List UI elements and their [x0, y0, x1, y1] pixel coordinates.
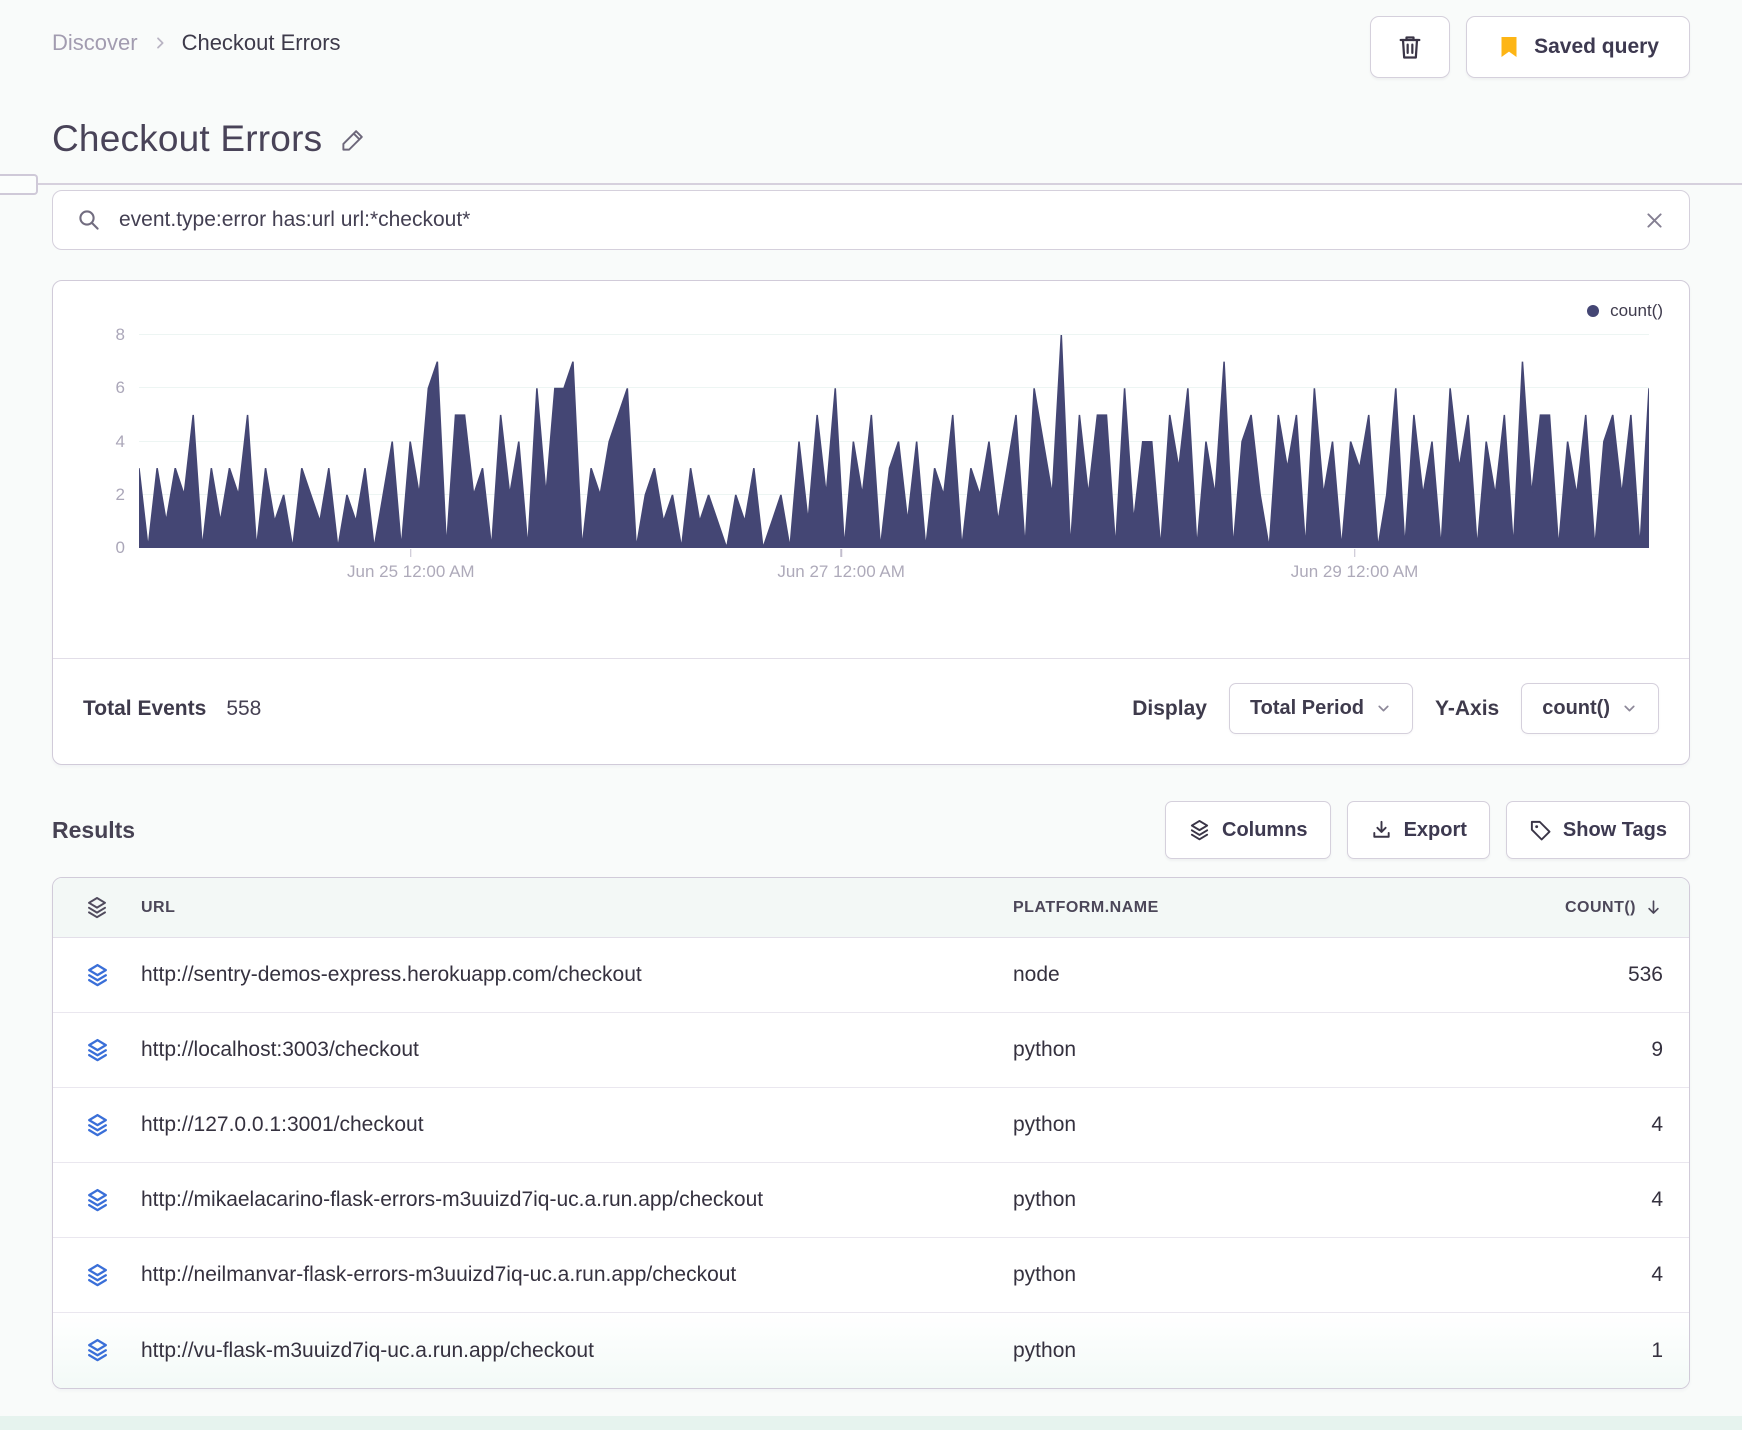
y-axis-tick: 0 — [115, 538, 125, 557]
tag-icon — [1529, 819, 1552, 842]
column-header-platform[interactable]: PLATFORM.NAME — [1013, 899, 1483, 917]
display-label: Display — [1132, 696, 1207, 720]
chevron-down-icon — [1375, 700, 1392, 717]
legend-label: count() — [1610, 301, 1663, 320]
column-header-url[interactable]: URL — [141, 899, 1013, 917]
y-axis-tick: 6 — [115, 378, 125, 398]
chevron-right-icon — [152, 35, 168, 51]
columns-button[interactable]: Columns — [1165, 801, 1331, 859]
sort-desc-arrow-icon — [1644, 898, 1663, 917]
cell-url[interactable]: http://sentry-demos-express.herokuapp.co… — [141, 963, 1013, 987]
y-axis-tick: 2 — [115, 484, 125, 504]
breadcrumb: Discover Checkout Errors — [52, 30, 341, 56]
header-layers-icon[interactable] — [85, 896, 109, 920]
area-series-count — [139, 335, 1649, 548]
saved-query-label: Saved query — [1534, 35, 1659, 58]
cell-count: 4 — [1651, 1113, 1663, 1136]
cell-platform: node — [1013, 963, 1060, 986]
saved-query-button[interactable]: Saved query — [1466, 16, 1690, 78]
column-header-count[interactable]: COUNT() — [1483, 898, 1663, 917]
cell-count: 9 — [1651, 1038, 1663, 1061]
show-tags-button-label: Show Tags — [1562, 818, 1667, 841]
chart-panel: count() 0 2 4 6 8 Jun 25 12:00 AM Jun 27… — [52, 280, 1690, 765]
page-divider — [0, 183, 1742, 185]
legend-dot — [1587, 305, 1600, 317]
x-axis-label: Jun 25 12:00 AM — [347, 562, 475, 581]
row-layers-icon[interactable] — [85, 963, 110, 988]
cell-url[interactable]: http://neilmanvar-flask-errors-m3uuizd7i… — [141, 1263, 1013, 1287]
search-bar — [52, 190, 1690, 250]
clear-search-icon[interactable] — [1644, 210, 1665, 231]
sidebar-collapse-handle[interactable] — [0, 174, 38, 195]
chart-plot-area[interactable]: 0 2 4 6 8 — [116, 325, 1649, 557]
cell-platform: python — [1013, 1113, 1077, 1136]
table-row: http://localhost:3003/checkout python 9 — [53, 1013, 1689, 1088]
table-header-row: URL PLATFORM.NAME COUNT() — [53, 878, 1689, 938]
columns-button-label: Columns — [1222, 818, 1308, 841]
cell-count: 4 — [1651, 1263, 1663, 1286]
cell-platform: python — [1013, 1263, 1077, 1286]
cell-platform: python — [1013, 1338, 1077, 1362]
row-layers-icon[interactable] — [85, 1038, 110, 1063]
row-layers-icon[interactable] — [85, 1338, 110, 1363]
row-layers-icon[interactable] — [85, 1263, 110, 1288]
export-button[interactable]: Export — [1346, 801, 1490, 859]
cell-count: 536 — [1627, 963, 1663, 986]
total-events-value: 558 — [226, 696, 262, 720]
y-axis-tick: 8 — [115, 325, 125, 344]
cell-url[interactable]: http://mikaelacarino-flask-errors-m3uuiz… — [141, 1188, 1013, 1212]
x-axis-tick-mark — [410, 549, 412, 557]
row-layers-icon[interactable] — [85, 1188, 110, 1213]
results-heading: Results — [52, 816, 136, 843]
edit-title-pencil-icon[interactable] — [340, 126, 367, 153]
legend-item-count[interactable]: count() — [1587, 301, 1663, 321]
cell-count: 4 — [1651, 1188, 1663, 1211]
table-row: http://sentry-demos-express.herokuapp.co… — [53, 938, 1689, 1013]
chevron-down-icon — [1621, 700, 1638, 717]
page-bottom-strip — [0, 1416, 1742, 1430]
display-dropdown-value: Total Period — [1249, 697, 1365, 719]
cell-platform: python — [1013, 1038, 1077, 1061]
x-axis-tick-mark — [1353, 549, 1356, 557]
chart-footer: Total Events 558 Display Total Period Y-… — [53, 658, 1689, 764]
yaxis-dropdown-value: count() — [1542, 697, 1610, 719]
row-layers-icon[interactable] — [85, 1113, 110, 1138]
delete-query-button[interactable] — [1370, 16, 1451, 78]
bookmark-icon — [1497, 35, 1521, 59]
topbar-actions: Saved query — [1370, 16, 1690, 78]
y-axis-tick: 4 — [115, 431, 125, 451]
x-axis-label: Jun 29 12:00 AM — [1290, 562, 1419, 581]
breadcrumb-current: Checkout Errors — [181, 30, 341, 55]
page-title: Checkout Errors — [52, 118, 323, 159]
export-button-label: Export — [1403, 818, 1467, 841]
trash-icon — [1396, 33, 1424, 61]
x-axis: Jun 25 12:00 AM Jun 27 12:00 AM Jun 29 1… — [139, 548, 1649, 588]
table-row: http://127.0.0.1:3001/checkout python 4 — [53, 1088, 1689, 1163]
table-row: http://mikaelacarino-flask-errors-m3uuiz… — [53, 1163, 1689, 1238]
table-row: http://neilmanvar-flask-errors-m3uuizd7i… — [53, 1238, 1689, 1313]
layers-icon — [1188, 819, 1211, 842]
search-icon — [77, 208, 101, 232]
results-table: URL PLATFORM.NAME COUNT() http://sentry-… — [52, 877, 1690, 1389]
yaxis-label: Y-Axis — [1435, 696, 1500, 720]
cell-url[interactable]: http://localhost:3003/checkout — [141, 1038, 1013, 1062]
x-axis-label: Jun 27 12:00 AM — [777, 562, 905, 581]
cell-platform: python — [1013, 1188, 1077, 1211]
search-input[interactable] — [119, 208, 1626, 232]
table-row: http://vu-flask-m3uuizd7iq-uc.a.run.app/… — [53, 1313, 1689, 1388]
display-dropdown[interactable]: Total Period — [1228, 683, 1414, 734]
download-icon — [1370, 819, 1393, 842]
x-axis-tick-mark — [840, 549, 842, 557]
show-tags-button[interactable]: Show Tags — [1505, 801, 1690, 859]
cell-url[interactable]: http://vu-flask-m3uuizd7iq-uc.a.run.app/… — [141, 1339, 1013, 1363]
cell-url[interactable]: http://127.0.0.1:3001/checkout — [141, 1113, 1013, 1137]
yaxis-dropdown[interactable]: count() — [1521, 683, 1659, 734]
breadcrumb-discover[interactable]: Discover — [52, 30, 138, 56]
total-events-label: Total Events — [83, 696, 207, 720]
cell-count: 1 — [1651, 1338, 1663, 1362]
top-bar: Discover Checkout Errors Saved query — [52, 0, 1690, 78]
